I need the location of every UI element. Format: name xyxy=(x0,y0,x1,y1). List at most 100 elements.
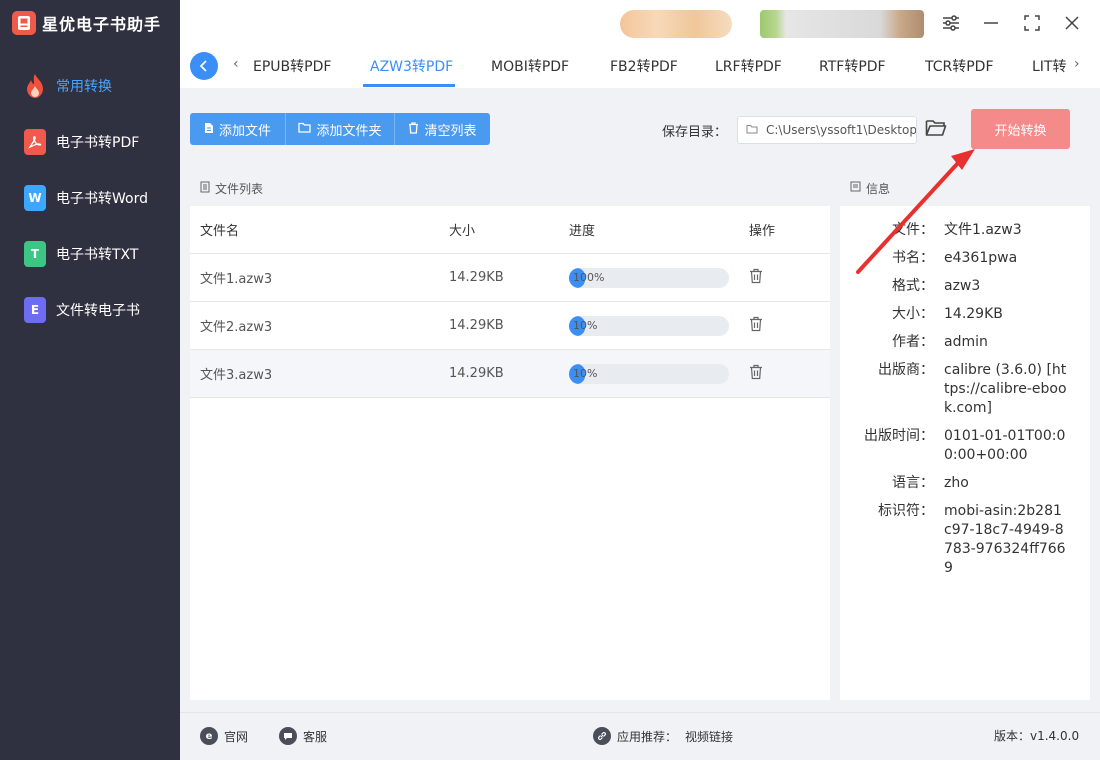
file-icon xyxy=(204,122,214,137)
tab-lit-to-pdf[interactable]: LIT转 xyxy=(1032,56,1068,76)
info-row-title: 书名： e4361pwa xyxy=(840,249,1090,268)
info-row-author: 作者： admin xyxy=(840,333,1090,352)
col-size: 大小 xyxy=(449,224,476,239)
add-file-button[interactable]: 添加文件 xyxy=(190,113,286,145)
table-row[interactable]: 文件3.azw3 14.29KB 10% xyxy=(190,350,830,398)
info-header: 信息 xyxy=(840,170,1090,206)
info-title: 信息 xyxy=(866,181,891,196)
version-text: 版本：v1.4.0.0 xyxy=(994,729,1080,743)
pdf-icon xyxy=(24,129,46,155)
clear-list-button[interactable]: 清空列表 xyxy=(395,113,490,145)
toolbar: 添加文件 添加文件夹 清空列表 保存目录： C:\Users\yssoft1\D… xyxy=(180,88,1100,170)
info-value: calibre (3.6.0) [https://calibre-ebook.c… xyxy=(944,362,1067,416)
info-key: 标识符： xyxy=(878,503,934,519)
info-key: 出版商： xyxy=(878,362,934,378)
service-link[interactable]: 客服 xyxy=(279,727,327,745)
info-value: azw3 xyxy=(944,278,981,294)
save-path-value: C:\Users\yssoft1\Desktop xyxy=(766,123,917,137)
delete-icon[interactable] xyxy=(749,268,763,284)
close-icon[interactable] xyxy=(1059,10,1085,36)
sidebar-item-label: 常用转换 xyxy=(56,79,112,95)
col-op: 操作 xyxy=(749,224,776,239)
sidebar-item-label: 电子书转TXT xyxy=(56,247,139,263)
tab-lrf-to-pdf[interactable]: LRF转PDF xyxy=(715,56,782,76)
file-size: 14.29KB xyxy=(449,318,504,333)
col-name: 文件名 xyxy=(200,224,240,239)
progress-bar: 100% xyxy=(569,267,729,288)
tab-epub-to-pdf[interactable]: EPUB转PDF xyxy=(253,56,331,76)
info-row-language: 语言： zho xyxy=(840,474,1090,493)
progress-text: 100% xyxy=(573,270,605,284)
tabs-scroll-left-icon[interactable]: ‹ xyxy=(233,56,239,72)
settings-icon[interactable] xyxy=(938,10,964,36)
tab-mobi-to-pdf[interactable]: MOBI转PDF xyxy=(491,56,569,76)
delete-icon[interactable] xyxy=(749,316,763,332)
info-key: 格式： xyxy=(892,278,934,294)
website-link[interactable]: e 官网 xyxy=(200,727,248,745)
ie-icon: e xyxy=(200,727,218,745)
info-key: 书名： xyxy=(892,250,934,266)
table-row[interactable]: 文件1.azw3 14.29KB 100% xyxy=(190,254,830,302)
tab-tcr-to-pdf[interactable]: TCR转PDF xyxy=(925,56,994,76)
info-row-identifier: 标识符： mobi-asin:2b281c97-18c7-4949-8783-97… xyxy=(840,502,1090,578)
sidebar-item-file-to-ebook[interactable]: E 文件转电子书 xyxy=(0,282,180,338)
footer: e 官网 客服 应用推荐： 视频链接 版本：v1.4.0.0 xyxy=(180,712,1100,760)
user-account-blurred[interactable] xyxy=(760,10,924,38)
file-name: 文件2.azw3 xyxy=(200,320,273,335)
info-value: e4361pwa xyxy=(944,250,1018,266)
link-icon xyxy=(593,727,611,745)
tab-azw3-to-pdf[interactable]: AZW3转PDF xyxy=(370,56,453,76)
vip-badge-blurred[interactable] xyxy=(620,10,732,38)
info-row-format: 格式： azw3 xyxy=(840,277,1090,296)
info-row-pubdate: 出版时间： 0101-01-01T00:00:00+00:00 xyxy=(840,427,1090,465)
start-convert-button[interactable]: 开始转换 xyxy=(971,109,1070,149)
title-bar xyxy=(180,0,1100,46)
tab-fb2-to-pdf[interactable]: FB2转PDF xyxy=(610,56,678,76)
clear-list-label: 清空列表 xyxy=(424,123,477,139)
progress-text: 10% xyxy=(573,366,598,380)
info-icon xyxy=(850,181,861,195)
tab-rtf-to-pdf[interactable]: RTF转PDF xyxy=(819,56,886,76)
trash-icon xyxy=(408,121,419,137)
tabs-scroll-right-icon[interactable]: › xyxy=(1074,56,1080,72)
video-link[interactable]: 视频链接 xyxy=(685,728,733,745)
info-key: 文件： xyxy=(892,222,934,238)
file-name: 文件3.azw3 xyxy=(200,368,273,383)
format-tabs: ‹ EPUB转PDF AZW3转PDF MOBI转PDF FB2转PDF LRF… xyxy=(180,46,1100,88)
sidebar-item-ebook-to-pdf[interactable]: 电子书转PDF xyxy=(0,114,180,170)
save-dir-label: 保存目录： xyxy=(662,125,728,140)
app-title: 星优电子书助手 xyxy=(42,15,162,34)
maximize-icon[interactable] xyxy=(1019,10,1045,36)
chat-icon xyxy=(279,727,297,745)
info-value: mobi-asin:2b281c97-18c7-4949-8783-976324… xyxy=(944,503,1066,576)
browse-folder-icon[interactable] xyxy=(925,118,949,142)
txt-icon: T xyxy=(24,241,46,267)
brand: 星优电子书助手 xyxy=(0,0,180,46)
info-panel: 信息 文件： 文件1.azw3 书名： e4361pwa 格式： azw3 大小： 14… xyxy=(840,170,1090,700)
sidebar: 星优电子书助手 常用转换 电子书转PDF W 电子书转Word T 电子书转TX… xyxy=(0,0,180,760)
info-row-publisher: 出版商： calibre (3.6.0) [https://calibre-ebo… xyxy=(840,361,1090,418)
folder-outline-icon xyxy=(746,123,758,137)
sidebar-item-ebook-to-txt[interactable]: T 电子书转TXT xyxy=(0,226,180,282)
minimize-icon[interactable] xyxy=(978,10,1004,36)
fire-icon xyxy=(24,73,46,99)
table-row[interactable]: 文件2.azw3 14.29KB 10% xyxy=(190,302,830,350)
sidebar-item-common[interactable]: 常用转换 xyxy=(0,58,180,114)
ebook-icon: E xyxy=(24,297,46,323)
progress-bar: 10% xyxy=(569,315,729,336)
file-size: 14.29KB xyxy=(449,366,504,381)
col-progress: 进度 xyxy=(569,224,596,239)
table-header: 文件名 大小 进度 操作 xyxy=(190,206,830,254)
file-list-panel: 文件列表 文件名 大小 进度 操作 文件1.azw3 14.29KB 100% … xyxy=(190,170,830,700)
file-list-header: 文件列表 xyxy=(190,170,830,206)
save-path-field[interactable]: C:\Users\yssoft1\Desktop xyxy=(737,116,917,144)
app-logo-icon xyxy=(12,11,36,35)
folder-icon xyxy=(298,122,312,136)
progress-text: 10% xyxy=(573,318,598,332)
info-key: 语言： xyxy=(892,475,934,491)
add-folder-button[interactable]: 添加文件夹 xyxy=(286,113,395,145)
sidebar-item-ebook-to-word[interactable]: W 电子书转Word xyxy=(0,170,180,226)
back-button[interactable] xyxy=(190,52,218,80)
delete-icon[interactable] xyxy=(749,364,763,380)
add-file-label: 添加文件 xyxy=(218,123,271,139)
